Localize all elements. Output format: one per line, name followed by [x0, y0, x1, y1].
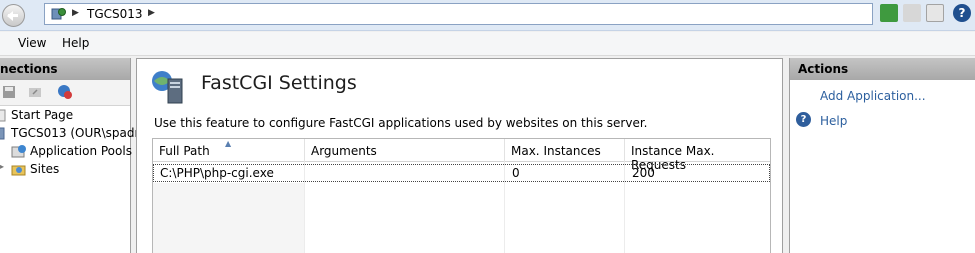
save-icon[interactable]: [2, 85, 16, 99]
expand-arrow-icon[interactable]: ▸: [0, 162, 4, 171]
server-icon: [0, 127, 5, 140]
fastcgi-icon: [152, 71, 183, 104]
app-pools-icon: [11, 145, 26, 158]
disconnect-icon[interactable]: [57, 84, 73, 100]
cell-full-path: C:\PHP\php-cgi.exe: [160, 166, 274, 180]
sites-folder-icon: [11, 165, 26, 176]
start-page-icon: [0, 109, 6, 122]
refresh-icon[interactable]: [880, 4, 898, 22]
stop-icon[interactable]: [903, 4, 921, 22]
sorted-column-shade: [153, 183, 304, 253]
address-bar: ▶ TGCS013 ▶ ?: [0, 0, 975, 31]
feature-view: FastCGI Settings Use this feature to con…: [136, 58, 783, 253]
connections-header: nections: [0, 58, 130, 80]
menu-view[interactable]: View: [18, 36, 46, 50]
sort-ascending-icon: ▲: [225, 139, 232, 148]
actions-pane: Actions Add Application... ? Help: [789, 58, 975, 253]
breadcrumb-separator: ▶: [72, 8, 79, 18]
up-level-icon[interactable]: [28, 85, 42, 99]
page-description: Use this feature to configure FastCGI ap…: [154, 116, 648, 130]
grid-header: ▲ Full Path Arguments Max. Instances Ins…: [153, 139, 772, 172]
address-field[interactable]: ▶ TGCS013 ▶: [44, 3, 873, 25]
add-application-link[interactable]: Add Application...: [820, 89, 926, 103]
page-title: FastCGI Settings: [201, 72, 357, 94]
cell-max-instances: 0: [512, 166, 520, 180]
fastcgi-grid: ▲ Full Path Arguments Max. Instances Ins…: [152, 138, 771, 253]
column-header-full-path[interactable]: ▲ Full Path: [153, 139, 305, 162]
connections-toolbar: [0, 80, 130, 106]
column-header-arguments[interactable]: Arguments: [305, 139, 505, 162]
menu-bar: View Help: [0, 32, 975, 56]
column-header-instance-max-requests[interactable]: Instance Max. Requests: [625, 139, 772, 172]
column-header-max-instances[interactable]: Max. Instances: [505, 139, 625, 162]
help-icon[interactable]: ?: [953, 4, 971, 22]
server-icon: [51, 8, 66, 20]
menu-help[interactable]: Help: [62, 36, 89, 50]
table-row[interactable]: C:\PHP\php-cgi.exe 0 200: [153, 164, 770, 182]
help-link[interactable]: Help: [820, 114, 847, 128]
help-icon: ?: [796, 112, 811, 127]
breadcrumb-chevron-icon[interactable]: ▶: [148, 8, 155, 18]
connections-pane: nections Start Page TGCS013 (OUR\spadm A…: [0, 58, 146, 253]
cell-instance-max-requests: 200: [632, 166, 655, 180]
breadcrumb-server[interactable]: TGCS013: [87, 7, 143, 21]
actions-header: Actions: [790, 58, 975, 80]
home-icon[interactable]: [926, 4, 944, 22]
back-button[interactable]: [2, 4, 25, 27]
